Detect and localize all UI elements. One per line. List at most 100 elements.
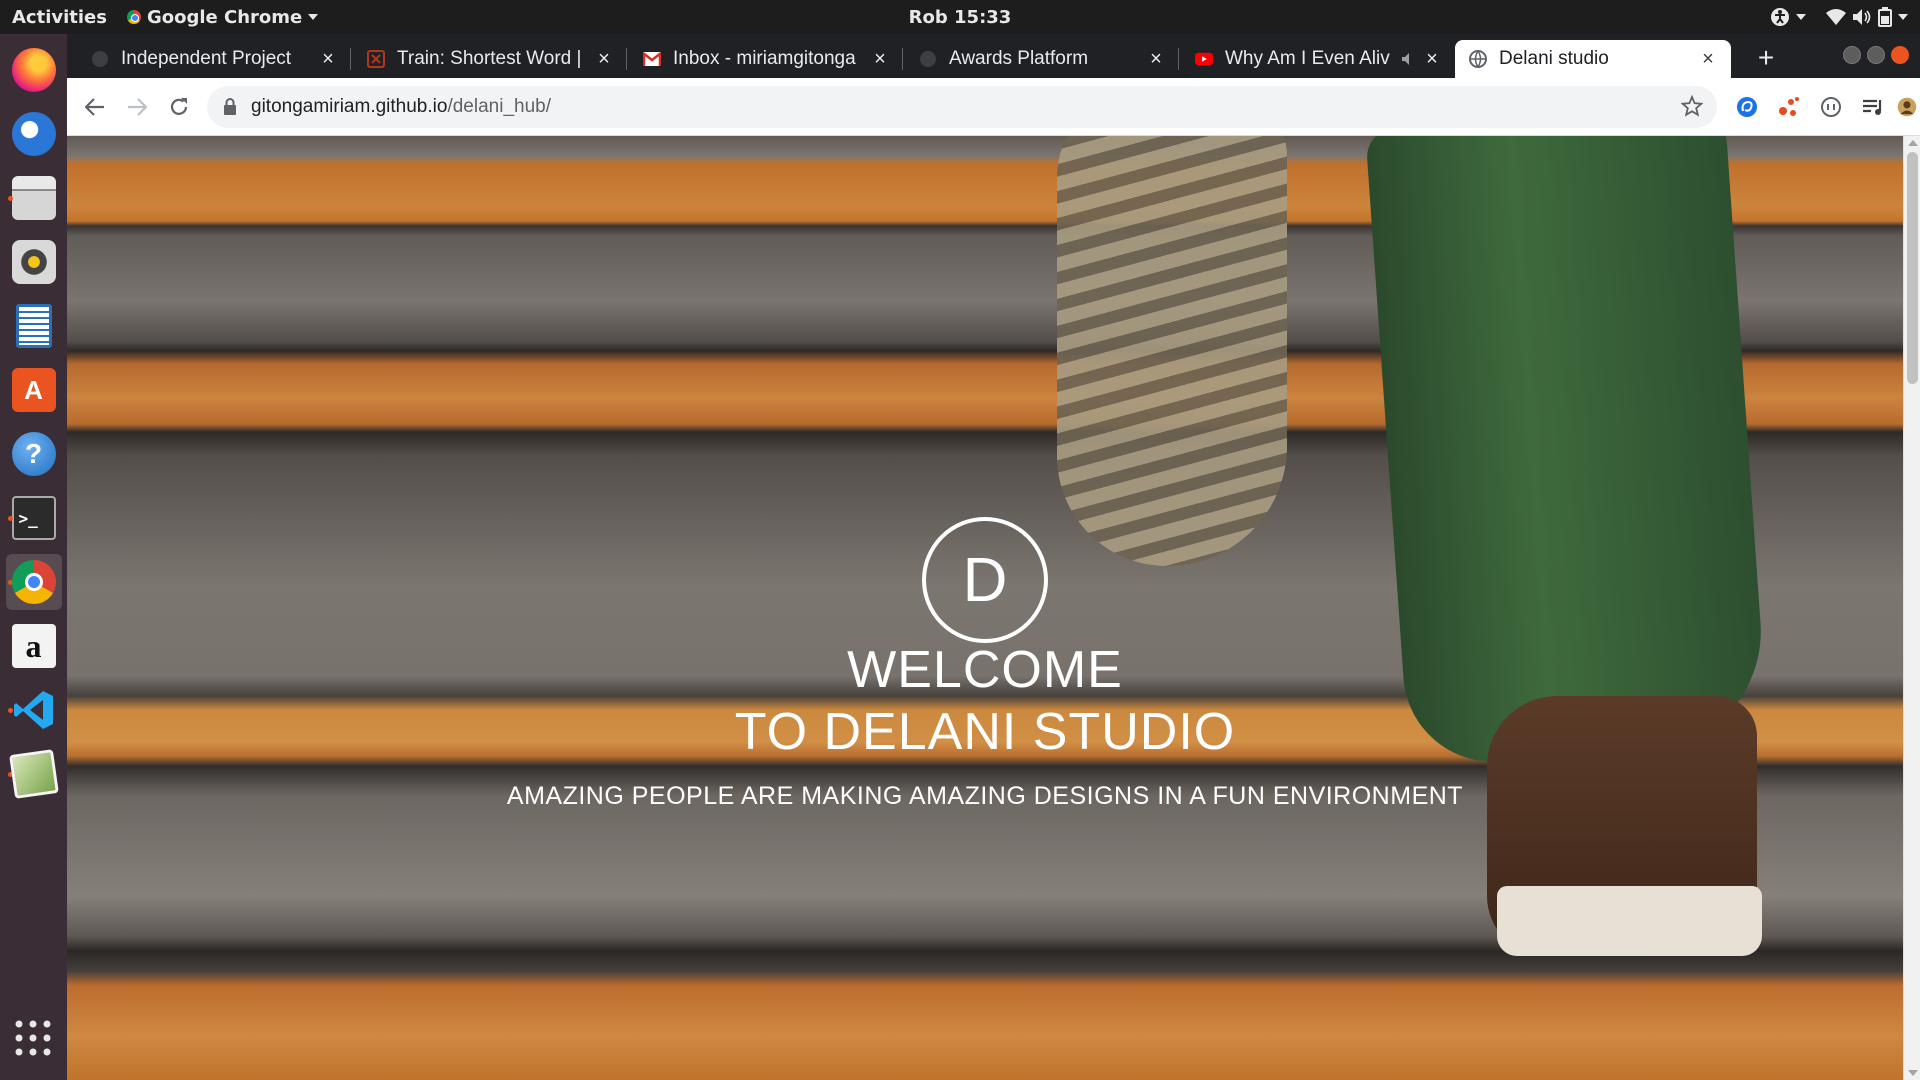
tab-close-button[interactable]: ×: [1145, 48, 1167, 70]
tab-awards-platform[interactable]: Awards Platform ×: [905, 40, 1179, 78]
minimize-button[interactable]: [1843, 46, 1861, 64]
maximize-button[interactable]: [1867, 46, 1885, 64]
tab-title: Train: Shortest Word |: [397, 48, 582, 69]
avatar[interactable]: [1897, 91, 1917, 123]
app-menu[interactable]: Google Chrome: [126, 6, 319, 28]
github-icon: [91, 50, 109, 68]
tab-title: Delani studio: [1499, 48, 1609, 69]
globe-icon: [1469, 50, 1487, 68]
forward-button[interactable]: [122, 92, 152, 122]
github-icon: [919, 50, 937, 68]
audio-playing-icon: [1402, 53, 1409, 65]
address-bar[interactable]: gitongamiriam.github.io/delani_hub/: [207, 86, 1717, 128]
image-viewer-icon: [8, 749, 59, 799]
tab-separator: [350, 48, 351, 70]
software-center-icon: A: [11, 368, 56, 412]
codewars-icon: [367, 50, 385, 68]
page-viewport: D WELCOME TO DELANI STUDIO AMAZING PEOPL…: [67, 136, 1903, 1080]
arrow-left-icon: [85, 98, 104, 116]
youtube-icon: [1195, 50, 1213, 68]
dock-item-chrome[interactable]: [5, 554, 62, 610]
extension-blue-icon: [1737, 97, 1757, 117]
tab-train-shortest-word[interactable]: Train: Shortest Word | ×: [353, 40, 627, 78]
dock-item-rhythmbox[interactable]: [6, 234, 62, 290]
tab-title: Inbox - miriamgitonga: [673, 48, 856, 69]
dock-item-files[interactable]: [6, 170, 62, 226]
dock-item-firefox[interactable]: [6, 42, 62, 98]
tab-delani-studio[interactable]: Delani studio ×: [1455, 40, 1731, 78]
gmail-icon: [643, 50, 661, 68]
tab-close-button[interactable]: ×: [869, 48, 891, 70]
extension-button[interactable]: [1731, 91, 1763, 123]
tab-separator: [1178, 48, 1179, 70]
extension-nodes-icon: [1779, 97, 1799, 116]
tab-independent-project[interactable]: Independent Project ×: [77, 40, 351, 78]
hero-title-line2: TO DELANI STUDIO: [734, 703, 1236, 761]
app-menu-label: Google Chrome: [146, 6, 303, 28]
arrow-right-icon: [128, 98, 147, 116]
dock-item-amazon[interactable]: a: [6, 618, 62, 674]
new-tab-button[interactable]: +: [1750, 42, 1782, 74]
tab-separator: [902, 48, 903, 70]
extension-button[interactable]: [1815, 91, 1847, 123]
reload-icon: [170, 98, 188, 115]
chrome-window: Independent Project × Train: Shortest Wo…: [67, 34, 1920, 1080]
chrome-icon: [126, 10, 141, 24]
profile-avatar-icon: [1897, 97, 1917, 117]
top-bar: Activities Google Chrome Rob 15:33: [0, 0, 1920, 34]
dock-item-terminal[interactable]: >_: [6, 490, 62, 546]
hero-shoe-sole-image: [1057, 136, 1287, 566]
scroll-up-arrow-icon[interactable]: [1908, 140, 1918, 146]
running-indicator: [7, 708, 13, 713]
browser-toolbar: gitongamiriam.github.io/delani_hub/: [67, 78, 1920, 136]
extension-button[interactable]: [1773, 91, 1805, 123]
running-indicator: [7, 196, 13, 201]
tab-inbox[interactable]: Inbox - miriamgitonga ×: [629, 40, 903, 78]
volume-icon: [1853, 9, 1871, 25]
files-icon: [11, 176, 56, 220]
tab-youtube-video[interactable]: Why Am I Even Aliv ×: [1181, 40, 1455, 78]
back-button[interactable]: [80, 92, 110, 122]
document-icon: [15, 304, 52, 348]
bookmark-star-icon[interactable]: [1680, 94, 1704, 123]
amazon-icon: a: [11, 624, 56, 668]
tab-title: Independent Project: [121, 48, 292, 69]
terminal-icon: >_: [11, 496, 56, 540]
tab-close-button[interactable]: ×: [593, 48, 615, 70]
tab-close-button[interactable]: ×: [317, 48, 339, 70]
chevron-down-icon: [1898, 14, 1908, 20]
dock-item-vscode[interactable]: [6, 682, 62, 738]
tab-close-button[interactable]: ×: [1697, 48, 1719, 70]
system-tray: [1770, 0, 1908, 34]
reload-button[interactable]: [164, 92, 194, 122]
tab-title: Awards Platform: [949, 48, 1089, 69]
thunderbird-icon: [11, 112, 56, 156]
activities-button[interactable]: Activities: [12, 7, 107, 28]
hero-tagline: AMAZING PEOPLE ARE MAKING AMAZING DESIGN…: [506, 782, 1464, 810]
page-scrollbar[interactable]: [1903, 136, 1920, 1080]
tab-separator: [626, 48, 627, 70]
accessibility-menu[interactable]: [1770, 7, 1806, 27]
dock-item-help[interactable]: ?: [6, 426, 62, 482]
status-menu[interactable]: [1826, 7, 1908, 27]
scrollbar-thumb[interactable]: [1907, 152, 1918, 384]
chevron-down-icon: [1796, 14, 1806, 20]
tab-close-button[interactable]: ×: [1421, 48, 1443, 70]
tab-title: Why Am I Even Aliv: [1225, 48, 1390, 69]
tab-strip: Independent Project × Train: Shortest Wo…: [67, 34, 1920, 78]
speaker-icon: [11, 240, 56, 284]
clock[interactable]: Rob 15:33: [909, 7, 1012, 28]
close-window-button[interactable]: [1891, 46, 1909, 64]
show-applications-icon[interactable]: [13, 1018, 53, 1058]
dock: A ? >_ a: [0, 34, 67, 1080]
scroll-down-arrow-icon[interactable]: [1908, 1070, 1918, 1076]
dock-item-thunderbird[interactable]: [6, 106, 62, 162]
media-controls-button[interactable]: [1857, 91, 1889, 123]
dock-item-software[interactable]: A: [6, 362, 62, 418]
delani-logo: D: [922, 517, 1048, 643]
firefox-icon: [11, 48, 56, 92]
chrome-icon: [11, 560, 56, 604]
dock-item-image-viewer[interactable]: [6, 746, 62, 802]
url-host: gitongamiriam.github.io: [251, 96, 448, 117]
dock-item-libreoffice-writer[interactable]: [6, 298, 62, 354]
